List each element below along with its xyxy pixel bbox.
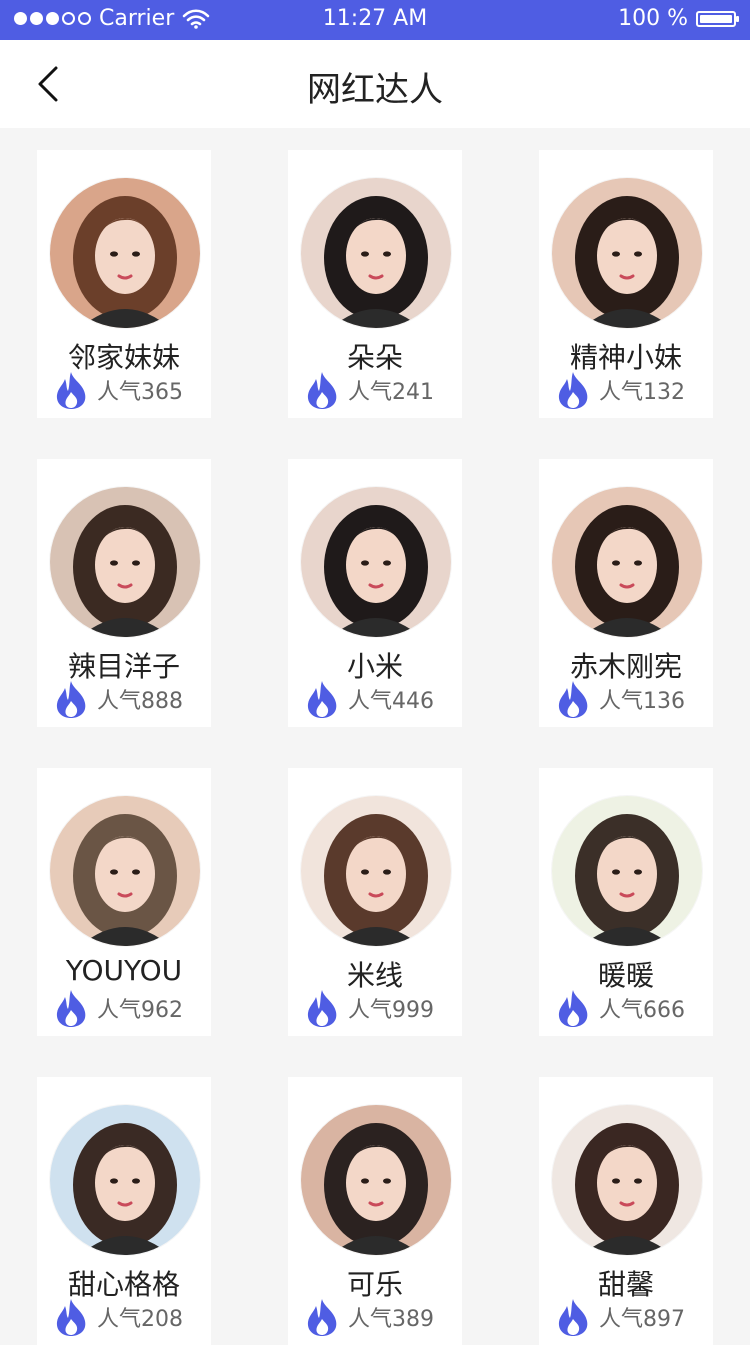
influencer-card[interactable]: 米线 人气999 (288, 768, 462, 1036)
page-title: 网红达人 (307, 70, 443, 110)
avatar (301, 1105, 451, 1255)
influencer-card[interactable]: 邻家妹妹 人气365 (37, 150, 211, 418)
popularity-count: 人气208 (97, 1307, 183, 1332)
influencer-card[interactable]: 甜心格格 人气208 (37, 1077, 211, 1345)
popularity-row: 人气999 (304, 988, 434, 1028)
avatar (552, 796, 702, 946)
status-bar: Carrier 11:27 AM 100 % (0, 0, 750, 40)
popularity-count: 人气888 (97, 689, 183, 714)
influencer-name: YOUYOU (65, 954, 183, 987)
popularity-row: 人气241 (304, 370, 434, 410)
avatar (50, 1105, 200, 1255)
influencer-card[interactable]: 朵朵 人气241 (288, 150, 462, 418)
battery-percentage: 100 % (618, 6, 688, 31)
avatar (552, 1105, 702, 1255)
popularity-count: 人气136 (599, 689, 685, 714)
nav-bar: 网红达人 (0, 40, 750, 128)
influencer-card[interactable]: 小米 人气446 (288, 459, 462, 727)
influencer-card[interactable]: 可乐 人气389 (288, 1077, 462, 1345)
popularity-row: 人气136 (555, 679, 685, 719)
influencer-card[interactable]: 赤木刚宪 人气136 (539, 459, 713, 727)
fire-icon (56, 372, 86, 409)
influencer-card[interactable]: 暖暖 人气666 (539, 768, 713, 1036)
avatar (552, 178, 702, 328)
popularity-count: 人气365 (97, 380, 183, 405)
popularity-row: 人气897 (555, 1297, 685, 1337)
avatar (50, 796, 200, 946)
fire-icon (558, 990, 588, 1027)
fire-icon (558, 1299, 588, 1336)
influencer-card[interactable]: 精神小妹 人气132 (539, 150, 713, 418)
popularity-count: 人气962 (97, 998, 183, 1023)
avatar (552, 487, 702, 637)
popularity-row: 人气962 (53, 988, 183, 1028)
popularity-count: 人气666 (599, 998, 685, 1023)
popularity-count: 人气132 (599, 380, 685, 405)
fire-icon (307, 1299, 337, 1336)
avatar (301, 178, 451, 328)
popularity-count: 人气241 (348, 380, 434, 405)
popularity-count: 人气897 (599, 1307, 685, 1332)
avatar (301, 487, 451, 637)
influencer-card[interactable]: YOUYOU 人气962 (37, 768, 211, 1036)
fire-icon (558, 372, 588, 409)
popularity-row: 人气132 (555, 370, 685, 410)
avatar (301, 796, 451, 946)
popularity-row: 人气888 (53, 679, 183, 719)
popularity-row: 人气446 (304, 679, 434, 719)
popularity-row: 人气389 (304, 1297, 434, 1337)
popularity-count: 人气389 (348, 1307, 434, 1332)
influencer-card[interactable]: 甜馨 人气897 (539, 1077, 713, 1345)
avatar (50, 487, 200, 637)
battery-icon (696, 10, 739, 27)
popularity-row: 人气365 (53, 370, 183, 410)
status-right: 100 % (618, 6, 739, 31)
popularity-row: 人气666 (555, 988, 685, 1028)
battery-fill (700, 14, 732, 23)
fire-icon (307, 372, 337, 409)
fire-icon (56, 1299, 86, 1336)
influencer-card[interactable]: 辣目洋子 人气888 (37, 459, 211, 727)
fire-icon (56, 990, 86, 1027)
fire-icon (307, 990, 337, 1027)
popularity-count: 人气999 (348, 998, 434, 1023)
popularity-row: 人气208 (53, 1297, 183, 1337)
fire-icon (307, 681, 337, 718)
fire-icon (56, 681, 86, 718)
popularity-count: 人气446 (348, 689, 434, 714)
avatar (50, 178, 200, 328)
fire-icon (558, 681, 588, 718)
influencer-grid: 邻家妹妹 人气365 朵朵 人气241 精神小妹 人气132 辣目洋子 人气888 小米 人气44… (37, 150, 713, 1345)
